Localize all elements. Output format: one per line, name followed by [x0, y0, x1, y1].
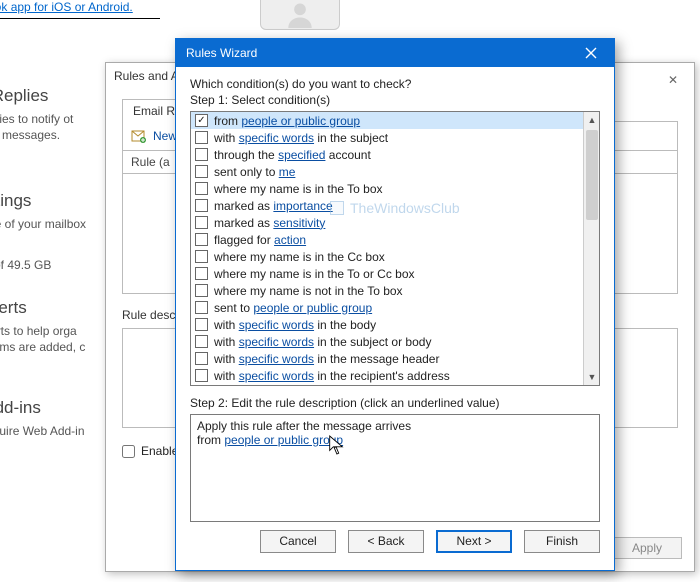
scroll-thumb[interactable] [586, 130, 598, 220]
condition-link[interactable]: specific words [239, 131, 314, 145]
condition-checkbox[interactable] [195, 131, 208, 144]
condition-text: marked as sensitivity [214, 216, 325, 230]
scroll-down-icon[interactable]: ▼ [584, 369, 600, 385]
new-rule-icon [131, 128, 147, 144]
close-icon[interactable] [576, 43, 606, 63]
dialog-title: Rules and A [114, 69, 179, 83]
condition-checkbox[interactable] [195, 233, 208, 246]
condition-row[interactable]: where my name is not in the To box [191, 282, 583, 299]
condition-link[interactable]: specific words [239, 369, 314, 383]
cancel-button[interactable]: Cancel [260, 530, 336, 553]
condition-row[interactable]: sent only to me [191, 163, 583, 180]
condition-row[interactable]: where my name is in the To box [191, 180, 583, 197]
condition-checkbox[interactable] [195, 216, 208, 229]
ios-android-link[interactable]: Outlook app for iOS or Android. [0, 0, 133, 14]
condition-link[interactable]: me [279, 165, 296, 179]
condition-checkbox[interactable] [195, 318, 208, 331]
condition-text: marked as importance [214, 199, 333, 213]
condition-checkbox[interactable] [195, 352, 208, 365]
people-or-group-link[interactable]: people or public group [224, 433, 343, 447]
condition-link[interactable]: sensitivity [273, 216, 325, 230]
condition-link[interactable]: people or public group [253, 301, 372, 315]
condition-row[interactable]: with specific words in the message heade… [191, 350, 583, 367]
condition-text: where my name is in the To box [214, 182, 383, 196]
condition-text: with specific words in the message heade… [214, 352, 439, 366]
condition-text: with specific words in the subject or bo… [214, 335, 431, 349]
condition-checkbox[interactable] [195, 335, 208, 348]
rule-description-editor[interactable]: Apply this rule after the message arrive… [190, 414, 600, 522]
condition-row[interactable]: sent to people or public group [191, 299, 583, 316]
condition-text: where my name is in the To or Cc box [214, 267, 415, 281]
condition-checkbox[interactable] [195, 369, 208, 382]
close-icon[interactable]: ✕ [658, 67, 688, 85]
rules-wizard-dialog: Rules Wizard Which condition(s) do you w… [175, 38, 615, 571]
condition-checkbox[interactable] [195, 182, 208, 195]
condition-row[interactable]: marked as importance [191, 197, 583, 214]
condition-text: flagged for action [214, 233, 306, 247]
condition-text: with specific words in the recipient's a… [214, 369, 450, 383]
desc-line-2: from people or public group [197, 433, 593, 447]
condition-checkbox[interactable] [195, 114, 208, 127]
condition-link[interactable]: specific words [239, 335, 314, 349]
conditions-list[interactable]: from people or public group with specific… [190, 111, 600, 386]
condition-row[interactable]: where my name is in the To or Cc box [191, 265, 583, 282]
condition-row[interactable]: flagged for action [191, 231, 583, 248]
condition-text: with specific words in the subject [214, 131, 388, 145]
condition-checkbox[interactable] [195, 284, 208, 297]
condition-row[interactable]: marked as sensitivity [191, 214, 583, 231]
condition-text: where my name is in the Cc box [214, 250, 385, 264]
scroll-up-icon[interactable]: ▲ [584, 112, 600, 128]
step1-label: Step 1: Select condition(s) [190, 93, 600, 107]
step2-label: Step 2: Edit the rule description (click… [190, 396, 600, 410]
wizard-question: Which condition(s) do you want to check? [190, 77, 600, 91]
condition-checkbox[interactable] [195, 301, 208, 314]
apply-button[interactable]: Apply [612, 537, 682, 559]
condition-checkbox[interactable] [195, 148, 208, 161]
finish-button[interactable]: Finish [524, 530, 600, 553]
condition-text: with specific words in the body [214, 318, 376, 332]
condition-row[interactable]: with specific words in the subject or bo… [191, 333, 583, 350]
condition-row[interactable]: where my name is in the Cc box [191, 248, 583, 265]
next-button[interactable]: Next > [436, 530, 512, 553]
condition-link[interactable]: specified [278, 148, 325, 162]
condition-checkbox[interactable] [195, 165, 208, 178]
enable-rules-label: Enable [141, 444, 178, 458]
avatar-placeholder [260, 0, 340, 30]
wizard-title: Rules Wizard [186, 46, 257, 60]
condition-row[interactable]: with specific words in the body [191, 316, 583, 333]
enable-rules-checkbox[interactable] [122, 445, 135, 458]
condition-row[interactable]: from people or public group [191, 112, 583, 129]
condition-text: where my name is not in the To box [214, 284, 403, 298]
desc-line-1: Apply this rule after the message arrive… [197, 419, 593, 433]
condition-link[interactable]: specific words [239, 318, 314, 332]
condition-row[interactable]: with specific words in the subject [191, 129, 583, 146]
condition-link[interactable]: importance [273, 199, 332, 213]
back-button[interactable]: < Back [348, 530, 424, 553]
condition-checkbox[interactable] [195, 199, 208, 212]
condition-link[interactable]: action [274, 233, 306, 247]
condition-row[interactable]: through the specified account [191, 146, 583, 163]
condition-link[interactable]: people or public group [241, 114, 360, 128]
condition-text: through the specified account [214, 148, 371, 162]
condition-text: sent only to me [214, 165, 295, 179]
condition-checkbox[interactable] [195, 267, 208, 280]
scrollbar[interactable]: ▲ ▼ [583, 112, 599, 385]
condition-checkbox[interactable] [195, 250, 208, 263]
condition-text: sent to people or public group [214, 301, 372, 315]
condition-row[interactable]: with specific words in the sender's addr… [191, 384, 583, 385]
condition-link[interactable]: specific words [239, 352, 314, 366]
condition-text: from people or public group [214, 114, 360, 128]
condition-row[interactable]: with specific words in the recipient's a… [191, 367, 583, 384]
